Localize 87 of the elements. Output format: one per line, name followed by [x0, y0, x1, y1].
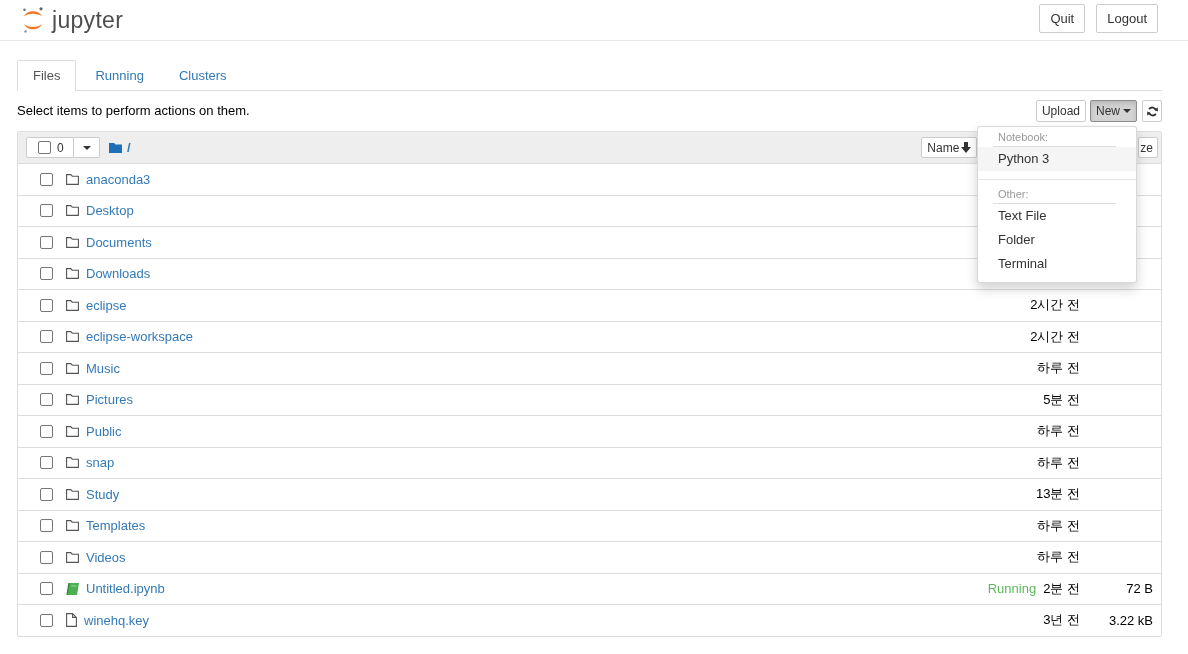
- modified-time: 하루 전: [1037, 516, 1080, 535]
- caret-icon: [82, 145, 91, 150]
- menu-item[interactable]: Text File: [978, 204, 1136, 228]
- file-icon: [66, 613, 77, 628]
- file-link[interactable]: winehq.key: [84, 612, 150, 628]
- folder-icon: [66, 362, 79, 374]
- select-all-button[interactable]: 0: [26, 137, 74, 158]
- file-link[interactable]: Untitled.ipynb: [86, 581, 165, 597]
- breadcrumb-link[interactable]: /: [127, 140, 131, 155]
- checkbox[interactable]: [40, 582, 53, 596]
- refresh-button[interactable]: [1142, 100, 1162, 122]
- menu-heading: Notebook:: [998, 130, 1049, 144]
- sort-button[interactable]: Name: [921, 137, 978, 158]
- checkbox[interactable]: [40, 456, 53, 470]
- folder-icon: [66, 457, 79, 469]
- logo-icon: [22, 7, 44, 33]
- folder-icon: [66, 205, 79, 217]
- checkbox[interactable]: [40, 298, 53, 312]
- checkbox[interactable]: [40, 235, 53, 249]
- checkbox[interactable]: [40, 613, 53, 627]
- checkbox[interactable]: [40, 204, 53, 218]
- checkbox[interactable]: [40, 550, 53, 564]
- folder-icon: [66, 488, 79, 500]
- checkbox[interactable]: [40, 487, 53, 501]
- file-link[interactable]: Study: [86, 486, 120, 502]
- hint-text: Select items to perform actions on them.: [17, 103, 250, 119]
- file-link[interactable]: Documents: [86, 234, 152, 250]
- file-link[interactable]: anaconda3: [86, 171, 151, 187]
- folder-icon: [66, 425, 79, 437]
- sort-button[interactable]: ze: [1138, 137, 1158, 158]
- tab[interactable]: Files: [17, 60, 77, 91]
- checkbox[interactable]: [40, 267, 53, 281]
- folder-icon: [66, 520, 79, 532]
- folder-icon: [66, 173, 79, 185]
- modified-time: 3년 전: [1043, 611, 1080, 630]
- menu-item[interactable]: Folder: [978, 228, 1136, 252]
- menu-item[interactable]: Python 3: [978, 147, 1136, 171]
- file-link[interactable]: Pictures: [86, 392, 133, 408]
- logo-text: jupyter: [52, 7, 124, 33]
- running-label: Running: [987, 581, 1037, 597]
- caret-icon: [1123, 109, 1131, 113]
- checkbox[interactable]: [40, 393, 53, 407]
- folder-icon: [66, 236, 79, 248]
- modified-time: 2시간 전: [1030, 296, 1080, 315]
- menu-item[interactable]: Terminal: [978, 252, 1136, 276]
- checkbox[interactable]: [38, 141, 51, 154]
- menu-heading: Other:: [998, 187, 1029, 201]
- checkbox[interactable]: [40, 172, 53, 186]
- modified-time: 2시간 전: [1030, 327, 1080, 346]
- folder-icon: [66, 268, 79, 280]
- modified-time: 하루 전: [1037, 422, 1080, 441]
- header-button[interactable]: Quit: [1039, 4, 1086, 33]
- file-link[interactable]: Public: [86, 423, 122, 439]
- modified-time: 하루 전: [1037, 453, 1080, 472]
- arrow-down-icon: [961, 142, 972, 153]
- file-link[interactable]: snap: [86, 455, 115, 471]
- header-button[interactable]: Logout: [1096, 4, 1158, 33]
- refresh-icon: [1146, 105, 1158, 117]
- file-size: 72 B: [1126, 581, 1153, 597]
- checkbox[interactable]: [40, 330, 53, 344]
- file-link[interactable]: Music: [86, 360, 120, 376]
- modified-time: 하루 전: [1037, 359, 1080, 378]
- folder-icon: [66, 394, 79, 406]
- modified-time: 13분 전: [1035, 485, 1080, 504]
- modified-time: 5분 전: [1043, 390, 1080, 409]
- file-link[interactable]: Desktop: [86, 203, 134, 219]
- file-link[interactable]: eclipse: [86, 297, 127, 313]
- dropdown-button[interactable]: [74, 137, 100, 158]
- file-link[interactable]: Videos: [86, 549, 126, 565]
- folder-icon: [66, 299, 79, 311]
- checkbox[interactable]: [40, 424, 53, 438]
- folder-icon: [66, 551, 79, 563]
- checkbox[interactable]: [40, 519, 53, 533]
- file-link[interactable]: Templates: [86, 518, 146, 534]
- new-button[interactable]: New: [1090, 100, 1137, 122]
- tab[interactable]: Clusters: [162, 60, 243, 90]
- checkbox[interactable]: [40, 361, 53, 375]
- file-link[interactable]: eclipse-workspace: [86, 329, 193, 345]
- tab[interactable]: Running: [79, 60, 160, 90]
- book-icon: [66, 582, 79, 595]
- folder-icon: [66, 331, 79, 343]
- upload-button[interactable]: Upload: [1035, 100, 1086, 122]
- folder-icon: [109, 142, 122, 153]
- modified-time: 하루 전: [1037, 548, 1080, 567]
- file-link[interactable]: Downloads: [86, 266, 151, 282]
- modified-time: 2분 전: [1043, 579, 1080, 598]
- file-size: 3.22 kB: [1108, 612, 1153, 628]
